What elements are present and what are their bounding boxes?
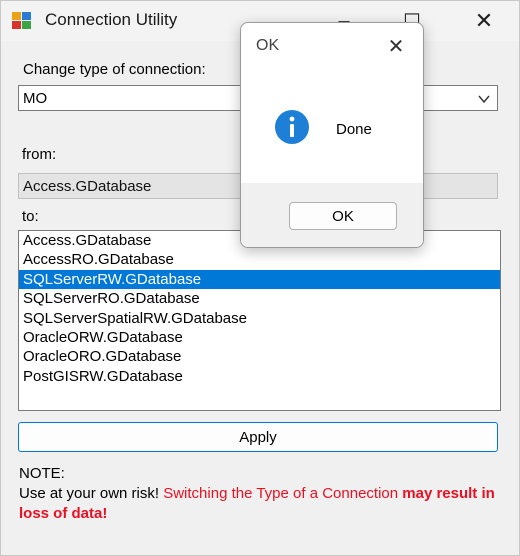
note-warning-text: Switching the Type of a Connection: [163, 485, 403, 502]
to-connection-list[interactable]: Access.GDatabase AccessRO.GDatabase SQLSer…: [18, 230, 501, 411]
to-label: to:: [22, 208, 39, 225]
dialog-message: Done: [336, 121, 372, 138]
close-button[interactable]: ✕: [461, 1, 507, 41]
note-text: Use at your own risk! Switching the Type…: [19, 484, 509, 524]
list-item[interactable]: SQLServerSpatialRW.GDatabase: [19, 309, 500, 328]
list-item[interactable]: SQLServerRW.GDatabase: [19, 269, 500, 290]
apply-button[interactable]: Apply: [18, 422, 498, 452]
list-item[interactable]: OracleORO.GDatabase: [19, 347, 500, 366]
change-type-label: Change type of connection:: [23, 61, 206, 78]
window-title: Connection Utility: [45, 10, 178, 29]
from-label: from:: [22, 146, 57, 163]
list-item[interactable]: PostGISRW.GDatabase: [19, 367, 500, 386]
dialog-body: Done: [241, 69, 423, 183]
from-value: Access.GDatabase: [23, 178, 152, 195]
dialog-close-button[interactable]: ✕: [381, 33, 411, 59]
list-item[interactable]: OracleORW.GDatabase: [19, 328, 500, 347]
dialog-ok-button[interactable]: OK: [289, 202, 397, 230]
app-grid-icon: [12, 12, 31, 29]
info-icon: [275, 110, 309, 144]
note-heading: NOTE:: [19, 465, 65, 482]
note-risk-text: Use at your own risk!: [19, 485, 164, 502]
list-item[interactable]: AccessRO.GDatabase: [19, 250, 500, 269]
connection-type-value: MO: [23, 90, 48, 107]
chevron-down-icon[interactable]: [477, 92, 491, 106]
done-dialog: OK ✕ Done OK: [240, 22, 424, 248]
list-item[interactable]: SQLServerRO.GDatabase: [19, 289, 500, 308]
note-block: NOTE: Use at your own risk! Switching th…: [19, 464, 509, 524]
dialog-footer: OK: [241, 183, 423, 247]
dialog-title: OK: [256, 37, 280, 54]
